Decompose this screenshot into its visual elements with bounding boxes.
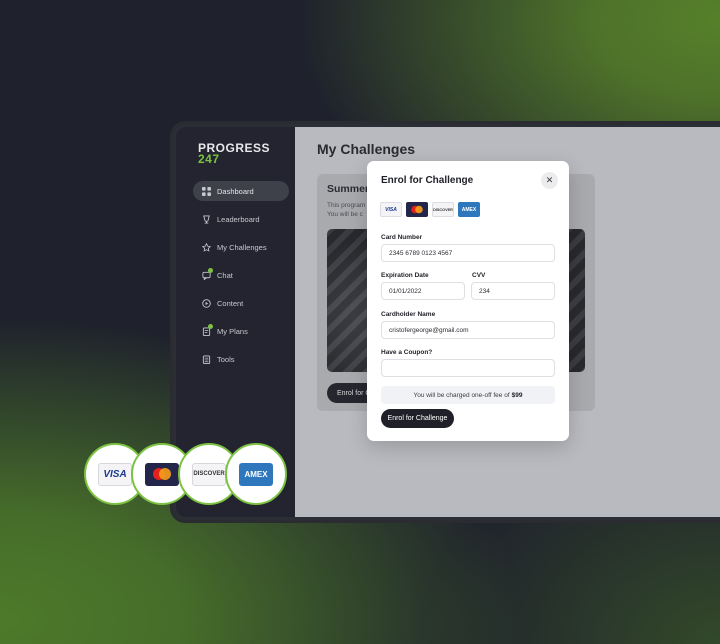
discover-logo-text: DISCOVER (433, 207, 453, 212)
visa-bubble-text: VISA (103, 468, 127, 480)
sidebar-item-my-plans[interactable]: My Plans (193, 321, 289, 341)
brand-line2: 247 (198, 152, 220, 166)
sidebar-item-label: My Plans (217, 326, 248, 336)
close-icon: ✕ (545, 175, 554, 185)
notification-dot (208, 323, 213, 329)
play-icon (202, 298, 211, 308)
tools-icon (202, 354, 211, 364)
mastercard-circles-icon (153, 468, 171, 480)
sidebar-item-label: Leaderboard (217, 214, 260, 224)
coupon-label: Have a Coupon? (381, 349, 433, 356)
plans-icon (202, 323, 213, 336)
fee-notice: You will be charged one-off fee of $99 (381, 386, 555, 404)
discover-bubble-text: DISCOVER (193, 471, 225, 477)
mastercard-logo (145, 462, 179, 486)
sidebar-item-label: Tools (217, 354, 235, 364)
fee-amount: $99 (511, 391, 523, 399)
card-number-label: Card Number (381, 234, 423, 241)
sidebar-item-dashboard[interactable]: Dashboard (193, 181, 289, 201)
close-button[interactable]: ✕ (541, 172, 558, 189)
trophy-icon (202, 214, 211, 224)
fee-text: You will be charged one-off fee of (413, 391, 510, 399)
sidebar-item-label: Dashboard (217, 186, 254, 196)
grid-icon (202, 186, 211, 196)
page-title: My Challenges (317, 141, 416, 157)
sidebar-item-label: Content (217, 298, 244, 308)
amex-bubble: AMEX (225, 443, 287, 505)
amex-logo-text: AMEX (461, 206, 477, 213)
brand-logo: PROGRESS 247 (198, 142, 270, 166)
coupon-field[interactable] (381, 359, 555, 377)
cvv-label: CVV (472, 272, 486, 279)
mastercard-logo (406, 202, 428, 217)
sidebar-item-chat[interactable]: Chat (193, 265, 289, 285)
card-brands: VISA DISCOVER AMEX (380, 202, 480, 217)
enrol-modal: Enrol for Challenge ✕ VISA DISCOVER AMEX… (367, 161, 569, 441)
amex-bubble-text: AMEX (244, 469, 268, 479)
sidebar-item-label: My Challenges (217, 242, 267, 252)
sidebar-item-label: Chat (217, 270, 233, 280)
cardholder-label: Cardholder Name (381, 311, 436, 318)
amex-logo: AMEX (458, 202, 480, 217)
visa-logo: VISA (98, 462, 132, 486)
sidebar-item-leaderboard[interactable]: Leaderboard (193, 209, 289, 229)
discover-logo: DISCOVER (192, 462, 226, 486)
amex-logo: AMEX (239, 462, 273, 486)
challenge-title: Summer (327, 183, 370, 195)
modal-title: Enrol for Challenge (381, 175, 474, 186)
star-icon (202, 242, 211, 252)
enrol-button[interactable]: Enrol for Challenge (381, 409, 454, 428)
cardholder-field[interactable]: cristofergeorge@gmail.com (381, 321, 555, 339)
chat-icon (202, 267, 213, 280)
expiration-label: Expiration Date (381, 272, 429, 279)
cvv-field[interactable]: 234 (471, 282, 555, 300)
visa-logo-text: VISA (385, 206, 397, 213)
expiration-field[interactable]: 01/01/2022 (381, 282, 465, 300)
visa-logo: VISA (380, 202, 402, 217)
card-number-field[interactable]: 2345 6789 0123 4567 (381, 244, 555, 262)
sidebar-item-my-challenges[interactable]: My Challenges (193, 237, 289, 257)
sidebar-item-tools[interactable]: Tools (193, 349, 289, 369)
sidebar-item-content[interactable]: Content (193, 293, 289, 313)
mastercard-circles-icon (411, 205, 423, 214)
notification-dot (208, 267, 213, 273)
discover-logo: DISCOVER (432, 202, 454, 217)
